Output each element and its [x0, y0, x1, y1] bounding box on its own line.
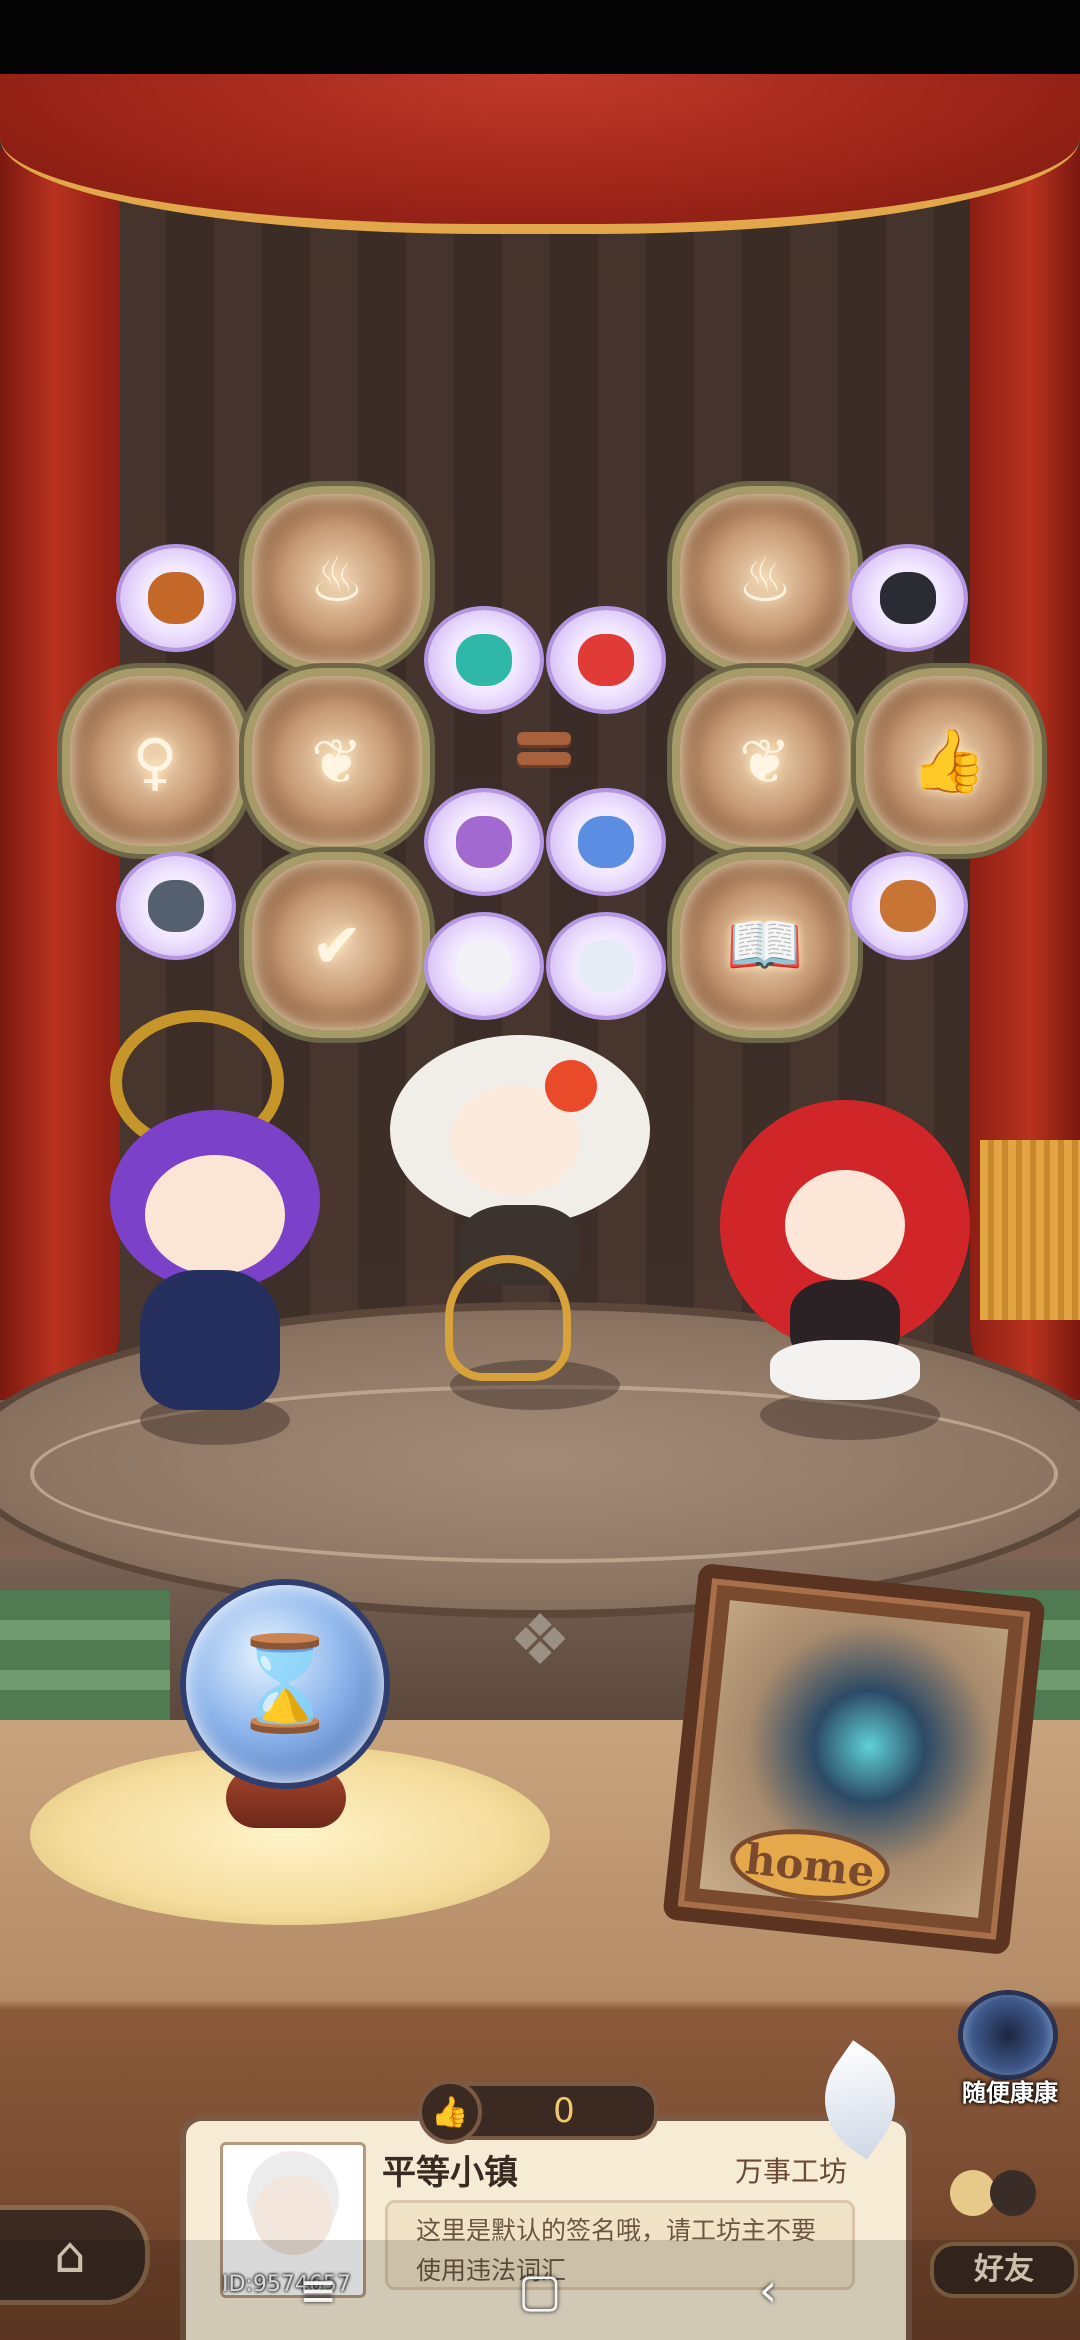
nav-menu-button[interactable]: ≡: [278, 2250, 358, 2330]
workshop-tag: 万事工坊: [735, 2155, 848, 2188]
character-purple-hair-girl[interactable]: [20, 1010, 340, 1410]
thumbs-up-icon: 👍: [418, 2080, 482, 2144]
random-visit-button[interactable]: 随便康康: [955, 1995, 1065, 2107]
likes-count: 0: [553, 2091, 575, 2131]
board-divider: [517, 728, 571, 780]
friends-icon: [950, 2170, 1040, 2230]
mushroom-icon: [578, 816, 634, 868]
item-bubble-purple-mushroom[interactable]: [428, 792, 540, 892]
iron-ore-icon: [148, 880, 204, 932]
medallion-ornament[interactable]: ❦: [244, 668, 430, 854]
town-name: 平等小镇: [382, 2153, 518, 2193]
medallion-book[interactable]: 📖: [672, 852, 858, 1038]
nav-home-button[interactable]: ▢: [500, 2250, 580, 2330]
medallion-ornament[interactable]: ❦: [672, 668, 858, 854]
hourglass-icon: ⌛: [227, 1630, 343, 1737]
character-white-hair-girl[interactable]: [370, 1015, 710, 1381]
copper-ore-icon: [148, 572, 204, 624]
cotton-icon: [456, 940, 512, 992]
character-skirt: [770, 1340, 920, 1400]
mushroom-icon: [456, 816, 512, 868]
medallion-fairy[interactable]: ♀: [62, 668, 248, 854]
coal-icon: [880, 572, 936, 624]
left-steps: [0, 1590, 170, 1740]
medallion-thumbs-up[interactable]: 👍: [856, 668, 1042, 854]
likes-counter[interactable]: 👍 0: [418, 2080, 658, 2144]
item-bubble-teal-potion[interactable]: [428, 610, 540, 710]
item-bubble-coal[interactable]: [852, 548, 964, 648]
ingot-icon: [880, 880, 936, 932]
character-red-hair-girl[interactable]: [700, 1080, 1000, 1410]
character-outfit: [140, 1270, 280, 1410]
medallion-cauldron[interactable]: ♨: [672, 486, 858, 672]
lantern-cage-icon: [445, 1255, 571, 1381]
flower-hairpin-icon: [545, 1060, 597, 1112]
status-bar: [0, 0, 1080, 74]
item-bubble-copper-ore[interactable]: [120, 548, 232, 648]
item-bubble-tomato[interactable]: [550, 610, 662, 710]
item-bubble-cotton[interactable]: [428, 916, 540, 1016]
item-bubble-copper-ingot[interactable]: [852, 856, 964, 956]
character-face: [785, 1170, 905, 1280]
potion-icon: [456, 634, 512, 686]
item-bubble-blue-mushroom[interactable]: [550, 792, 662, 892]
stage-emblem: ❖: [508, 1599, 572, 1681]
crystal-icon: [578, 940, 634, 992]
tomato-icon: [578, 634, 634, 686]
random-visit-label: 随便康康: [962, 2079, 1058, 2107]
game-scene: ♨ ♨ ♀ ❦ ❦ 👍 ✔ 📖 ❖ ⌛ home 随便康康 👍 0 ID:957…: [0, 0, 1080, 2340]
character-face: [145, 1155, 285, 1275]
item-bubble-crystal[interactable]: [550, 916, 662, 1016]
hourglass-orb-button[interactable]: ⌛: [186, 1585, 384, 1783]
nav-back-button[interactable]: ‹: [728, 2250, 808, 2330]
medallion-cauldron[interactable]: ♨: [244, 486, 430, 672]
item-bubble-iron-ore[interactable]: [120, 856, 232, 956]
portal-icon: [963, 1995, 1053, 2075]
